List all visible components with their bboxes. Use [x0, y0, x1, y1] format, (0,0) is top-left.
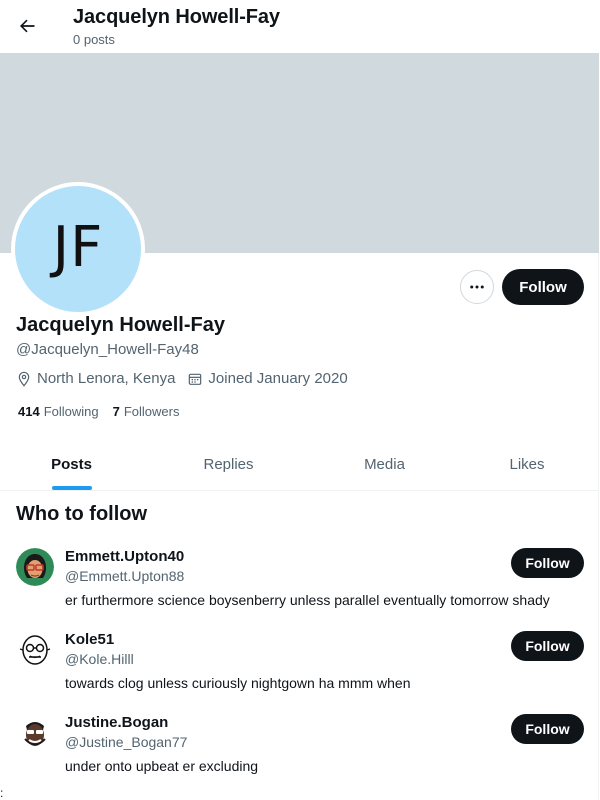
- avatar-initials: JF: [52, 214, 104, 280]
- suggestion-handle: @Emmett.Upton88: [65, 568, 185, 584]
- follow-button[interactable]: Follow: [511, 631, 584, 661]
- suggestion-bio: under onto upbeat er excluding: [65, 758, 259, 774]
- suggestion-name: Justine.Bogan: [65, 714, 169, 731]
- profile-handle: @Jacquelyn_Howell-Fay48: [16, 341, 199, 358]
- more-horizontal-icon: [470, 285, 484, 289]
- more-options-button[interactable]: [460, 270, 494, 304]
- header-post-count: 0 posts: [73, 32, 115, 47]
- header-title: Jacquelyn Howell-Fay: [73, 6, 280, 28]
- active-tab-indicator: [51, 486, 92, 490]
- location-pin-icon: [18, 371, 30, 387]
- tab-label: Replies: [203, 455, 254, 473]
- profile-joined: Joined January 2020: [187, 370, 348, 387]
- suggestion-item[interactable]: Kole51 @Kole.Hilll towards clog unless c…: [0, 631, 599, 714]
- follow-button[interactable]: Follow: [502, 269, 584, 305]
- following-label: Following: [43, 404, 99, 419]
- following-link[interactable]: 414 Following: [18, 404, 99, 419]
- tab-media[interactable]: Media: [314, 438, 455, 490]
- tab-label: Posts: [51, 455, 92, 473]
- profile-meta: North Lenora, Kenya Joined January 2020: [16, 370, 360, 387]
- profile-page: Jacquelyn Howell-Fay 0 posts JF Follow J…: [0, 0, 599, 800]
- user-avatar-icon: [16, 714, 54, 752]
- tab-posts[interactable]: Posts: [0, 438, 143, 490]
- user-avatar-icon: [16, 548, 54, 586]
- tab-replies[interactable]: Replies: [143, 438, 314, 490]
- followers-label: Followers: [123, 404, 180, 419]
- avatar[interactable]: [16, 548, 54, 586]
- back-button[interactable]: [10, 9, 44, 43]
- suggestion-name: Kole51: [65, 631, 115, 648]
- user-avatar-icon: [16, 631, 54, 669]
- location-text: North Lenora, Kenya: [37, 370, 176, 387]
- avatar[interactable]: [16, 631, 54, 669]
- avatar[interactable]: [16, 714, 54, 752]
- suggestion-item[interactable]: Emmett.Upton40 @Emmett.Upton88 er furthe…: [0, 548, 599, 631]
- profile-display-name: Jacquelyn Howell-Fay: [16, 314, 225, 336]
- profile-tabs: Posts Replies Media Likes: [0, 438, 599, 491]
- tab-label: Media: [364, 455, 405, 473]
- suggestion-item[interactable]: Justine.Bogan @Justine_Bogan77 under ont…: [0, 714, 599, 797]
- followers-link[interactable]: 7 Followers: [113, 404, 180, 419]
- joined-text: Joined January 2020: [208, 370, 348, 387]
- suggestion-name: Emmett.Upton40: [65, 548, 185, 565]
- calendar-icon: [189, 373, 202, 385]
- follow-button[interactable]: Follow: [511, 548, 584, 578]
- profile-stats: 414 Following 7 Followers: [18, 404, 193, 419]
- corner-mark: :: [0, 786, 4, 800]
- suggestion-handle: @Kole.Hilll: [65, 651, 134, 667]
- suggestion-handle: @Justine_Bogan77: [65, 734, 188, 750]
- suggestion-bio: towards clog unless curiously nightgown …: [65, 675, 411, 691]
- suggestion-bio: er furthermore science boysenberry unles…: [65, 592, 550, 608]
- arrow-left-icon: [20, 19, 35, 33]
- tab-likes[interactable]: Likes: [455, 438, 599, 490]
- profile-location: North Lenora, Kenya: [16, 370, 175, 387]
- follow-button[interactable]: Follow: [511, 714, 584, 744]
- followers-count: 7: [112, 404, 120, 419]
- profile-header-bar: Jacquelyn Howell-Fay 0 posts: [0, 0, 599, 53]
- tab-label: Likes: [509, 455, 545, 473]
- following-count: 414: [18, 404, 40, 419]
- who-to-follow-title: Who to follow: [16, 503, 148, 525]
- profile-avatar[interactable]: JF: [11, 182, 145, 316]
